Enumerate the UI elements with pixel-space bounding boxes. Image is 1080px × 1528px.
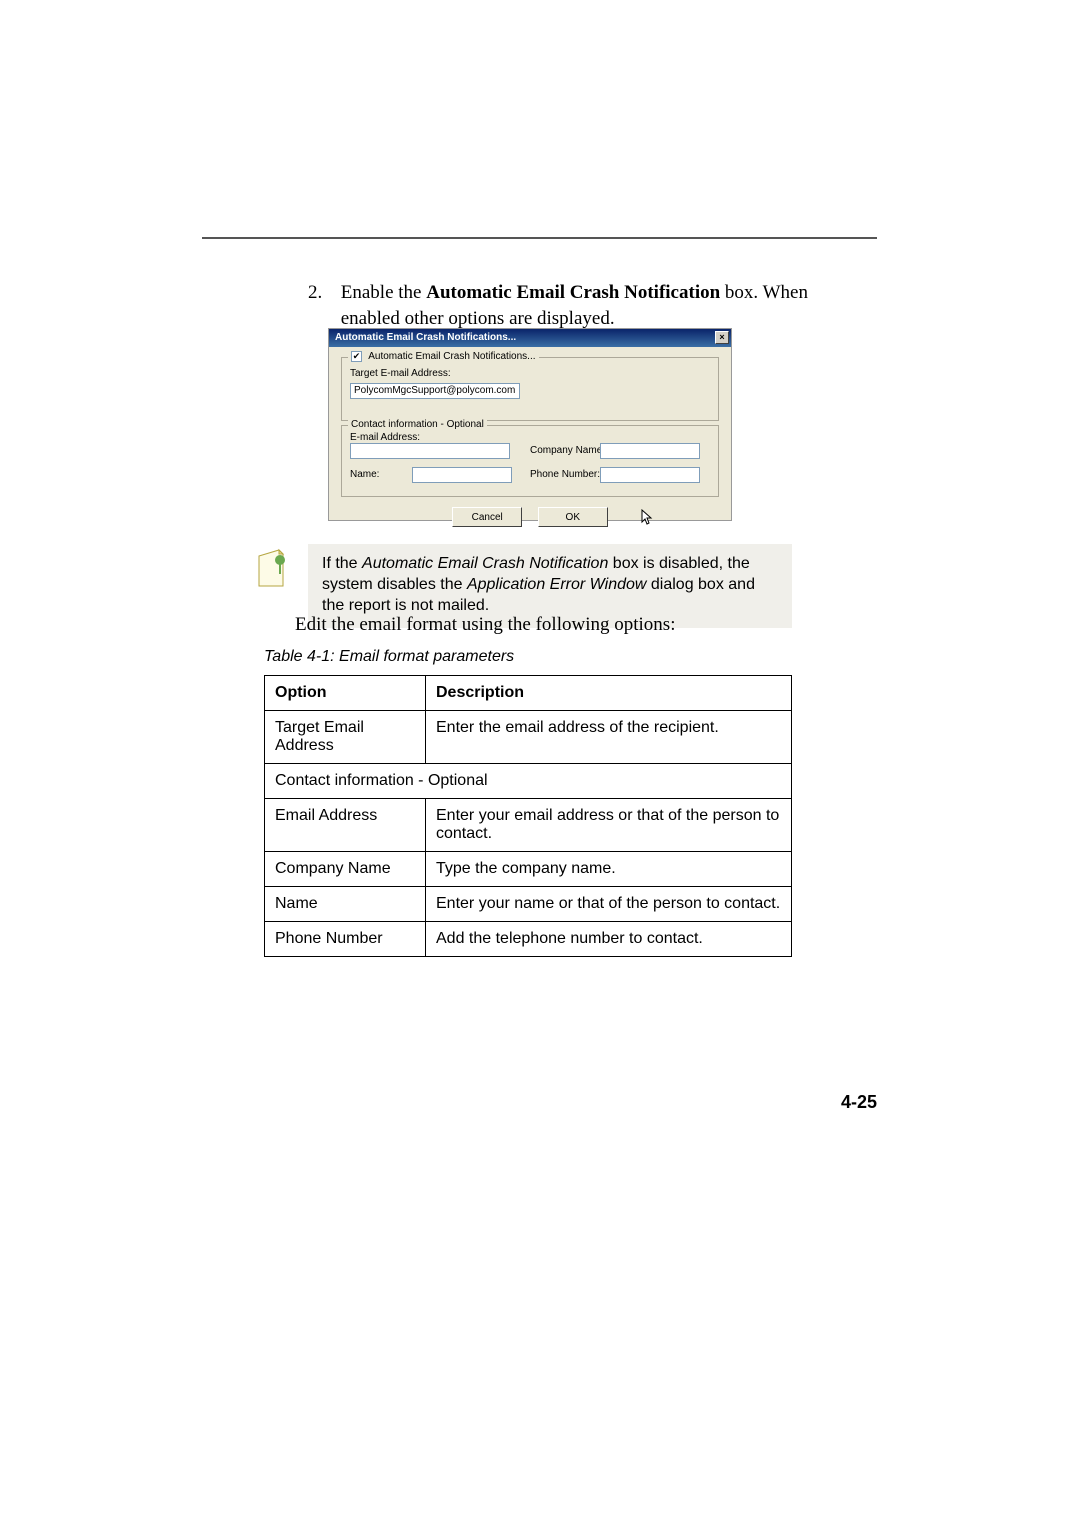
step-text-a: Enable the [341,282,426,303]
group-contact-legend: Contact information - Optional [348,419,487,430]
cell-desc: Add the telephone number to contact. [426,922,792,957]
phone-number-label: Phone Number: [530,469,600,480]
email-address-label: E-mail Address: [350,432,710,443]
cell-desc: Enter your email address or that of the … [426,799,792,852]
contact-row-2: Name: Phone Number: [350,467,710,487]
group-contact-optional: Contact information - Optional E-mail Ad… [341,425,719,497]
cell-option: Company Name [265,852,426,887]
close-icon: × [719,332,724,342]
name-label: Name: [350,469,379,480]
col-option: Option [265,676,426,711]
note-ital2: Application Error Window [467,576,646,593]
table-row: Target Email Address Enter the email add… [265,711,792,764]
auto-notify-checkbox[interactable]: ✔ [351,351,362,362]
cell-option: Target Email Address [265,711,426,764]
step-number: 2. [308,280,336,306]
table-row: Company Name Type the company name. [265,852,792,887]
dialog-titlebar: Automatic Email Crash Notifications... × [329,329,731,347]
cursor-icon [641,509,655,531]
contact-row-1: Company Name: [350,443,710,463]
phone-number-input[interactable] [600,467,700,483]
group-auto-legend: ✔ Automatic Email Crash Notifications... [348,351,539,362]
target-email-label: Target E-mail Address: [350,368,710,379]
cell-desc: Enter the email address of the recipient… [426,711,792,764]
horizontal-rule [202,237,877,239]
dialog-button-row: Cancel OK [341,507,719,527]
table-header-row: Option Description [265,676,792,711]
cell-desc: Enter your name or that of the person to… [426,887,792,922]
table-row: Email Address Enter your email address o… [265,799,792,852]
group-auto-notify: ✔ Automatic Email Crash Notifications...… [341,357,719,421]
step-text-bold: Automatic Email Crash Notification [426,282,720,303]
checkmark-icon: ✔ [353,351,361,361]
cell-option: Name [265,887,426,922]
table-section-row: Contact information - Optional [265,764,792,799]
page-number: 4-25 [841,1092,877,1113]
note-icon [253,548,289,590]
step-text: Enable the Automatic Email Crash Notific… [341,280,831,331]
dialog-close-button[interactable]: × [715,331,729,344]
target-email-value: PolycomMgcSupport@polycom.com [354,385,515,396]
ok-button[interactable]: OK [538,507,608,527]
auto-notify-checkbox-label: Automatic Email Crash Notifications... [368,351,535,362]
dialog-body: ✔ Automatic Email Crash Notifications...… [329,347,731,527]
crash-notify-dialog: Automatic Email Crash Notifications... ×… [328,328,732,521]
table-row: Name Enter your name or that of the pers… [265,887,792,922]
col-description: Description [426,676,792,711]
company-name-input[interactable] [600,443,700,459]
document-page: 2. Enable the Automatic Email Crash Noti… [0,0,1080,1528]
target-email-input[interactable]: PolycomMgcSupport@polycom.com [350,383,520,399]
cell-desc: Type the company name. [426,852,792,887]
table-row: Phone Number Add the telephone number to… [265,922,792,957]
name-input[interactable] [412,467,512,483]
params-table: Option Description Target Email Address … [264,675,792,957]
cell-option: Phone Number [265,922,426,957]
note-ital1: Automatic Email Crash Notification [362,555,608,572]
cell-option: Email Address [265,799,426,852]
cell-section: Contact information - Optional [265,764,792,799]
email-address-input[interactable] [350,443,510,459]
instruction-step: 2. Enable the Automatic Email Crash Noti… [308,280,838,331]
note-part1: If the [322,555,362,572]
table-caption: Table 4-1: Email format parameters [264,648,514,666]
company-name-label: Company Name: [530,445,605,456]
edit-instruction: Edit the email format using the followin… [295,614,795,636]
cancel-button[interactable]: Cancel [452,507,522,527]
dialog-title: Automatic Email Crash Notifications... [335,332,516,343]
